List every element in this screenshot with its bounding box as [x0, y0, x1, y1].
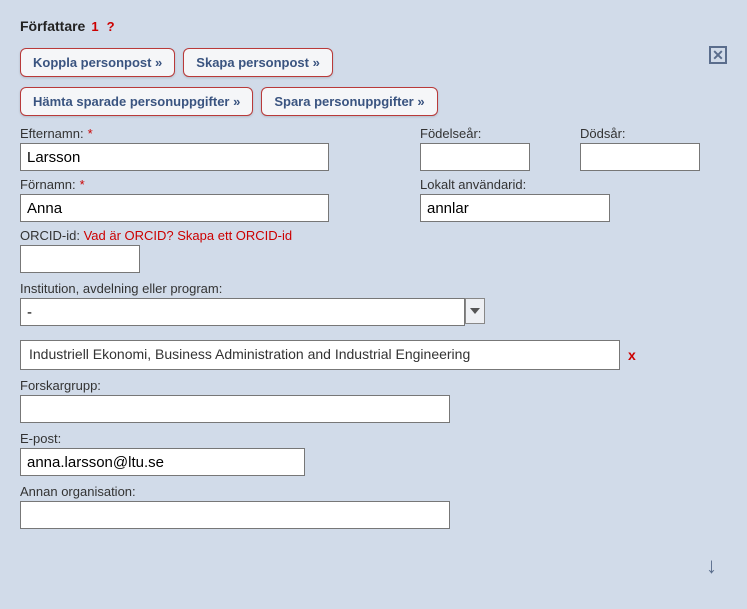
remove-institution-icon[interactable]: x: [628, 347, 636, 363]
lastname-label: Efternamn: *: [20, 126, 340, 141]
button-row-2: Hämta sparade personuppgifter » Spara pe…: [20, 87, 727, 116]
firstname-label-text: Förnamn:: [20, 177, 76, 192]
required-mark: *: [88, 126, 93, 141]
author-header: Författare 1 ?: [20, 18, 727, 34]
institution-label: Institution, avdelning eller program:: [20, 281, 727, 296]
lastname-input[interactable]: [20, 143, 329, 171]
orcid-help-link[interactable]: Vad är ORCID? Skapa ett ORCID-id: [84, 228, 293, 243]
scroll-down-icon[interactable]: ↓: [706, 553, 717, 579]
help-icon[interactable]: ?: [107, 19, 115, 34]
orcid-label: ORCID-id:: [20, 228, 80, 243]
fetch-saved-button[interactable]: Hämta sparade personuppgifter »: [20, 87, 253, 116]
link-person-button[interactable]: Koppla personpost »: [20, 48, 175, 77]
header-title: Författare: [20, 18, 85, 34]
close-icon[interactable]: ✕: [709, 46, 727, 64]
email-label: E-post:: [20, 431, 727, 446]
deathyear-label: Dödsår:: [580, 126, 720, 141]
research-group-label: Forskargrupp:: [20, 378, 727, 393]
birthyear-input[interactable]: [420, 143, 530, 171]
institution-select-wrap: [20, 298, 727, 326]
research-group-input[interactable]: [20, 395, 450, 423]
other-org-input[interactable]: [20, 501, 450, 529]
required-mark-2: *: [80, 177, 85, 192]
button-row-1: Koppla personpost » Skapa personpost »: [20, 48, 727, 77]
save-person-button[interactable]: Spara personuppgifter »: [261, 87, 437, 116]
institution-select[interactable]: [20, 298, 465, 326]
institution-chosen: Industriell Ekonomi, Business Administra…: [20, 340, 620, 370]
deathyear-input[interactable]: [580, 143, 700, 171]
firstname-input[interactable]: [20, 194, 329, 222]
header-number: 1: [91, 19, 98, 34]
local-userid-label: Lokalt användarid:: [420, 177, 610, 192]
orcid-input[interactable]: [20, 245, 140, 273]
birthyear-label: Födelseår:: [420, 126, 560, 141]
chevron-down-icon: [470, 308, 480, 314]
institution-dropdown-button[interactable]: [465, 298, 485, 324]
firstname-label: Förnamn: *: [20, 177, 340, 192]
other-org-label: Annan organisation:: [20, 484, 727, 499]
local-userid-input[interactable]: [420, 194, 610, 222]
email-input[interactable]: [20, 448, 305, 476]
create-person-button[interactable]: Skapa personpost »: [183, 48, 333, 77]
lastname-label-text: Efternamn:: [20, 126, 84, 141]
